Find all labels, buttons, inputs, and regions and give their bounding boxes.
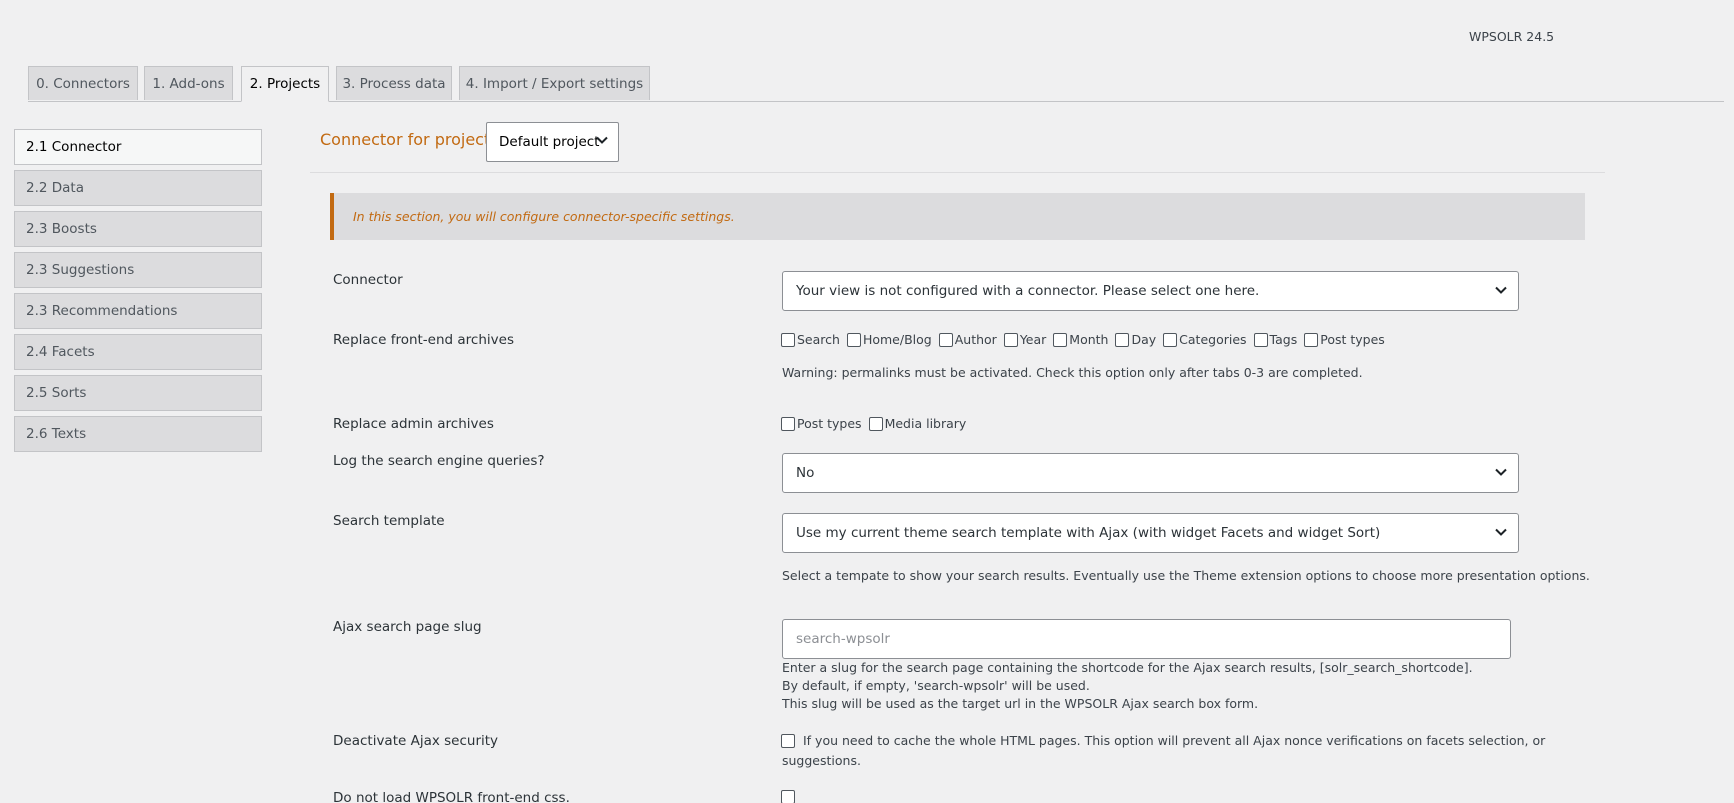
top-tabs: 0. Connectors 1. Add-ons 2. Projects 3. … [28, 66, 1724, 102]
sidebar-item-boosts[interactable]: 2.3 Boosts [14, 211, 262, 247]
search-template-select-value: Use my current theme search template wit… [796, 525, 1381, 541]
checkbox-year-label: Year [1019, 332, 1047, 347]
chevron-down-icon [596, 136, 608, 144]
sidebar-item-suggestions[interactable]: 2.3 Suggestions [14, 252, 262, 288]
ajax-security-option: If you need to cache the whole HTML page… [781, 733, 1545, 748]
search-template-help: Select a tempate to show your search res… [782, 568, 1590, 583]
search-template-label: Search template [333, 513, 445, 529]
connector-select[interactable]: Your view is not configured with a conne… [782, 271, 1519, 311]
log-queries-select[interactable]: No [782, 453, 1519, 493]
tab-connectors[interactable]: 0. Connectors [28, 66, 138, 100]
ajax-slug-help-2: By default, if empty, 'search-wpsolr' wi… [782, 678, 1090, 693]
checkbox-categories[interactable] [1163, 332, 1178, 347]
project-select[interactable]: Default project [486, 122, 619, 162]
checkbox-search-label: Search [797, 332, 840, 347]
frontend-archives-label: Replace front-end archives [333, 332, 514, 348]
project-select-value: Default project [499, 134, 600, 150]
ajax-slug-help-3: This slug will be used as the target url… [782, 696, 1259, 711]
divider [310, 172, 1605, 173]
chevron-down-icon [1495, 528, 1507, 536]
ajax-slug-input[interactable] [782, 619, 1511, 659]
checkbox-home-blog[interactable] [846, 332, 861, 347]
sidebar: 2.1 Connector 2.2 Data 2.3 Boosts 2.3 Su… [14, 129, 262, 457]
frontend-archives-warning: Warning: permalinks must be activated. C… [782, 365, 1363, 380]
checkbox-year[interactable] [1003, 332, 1018, 347]
frontend-archives-options: Search Home/Blog Author Year Month Day C… [781, 332, 1392, 347]
tab-add-ons[interactable]: 1. Add-ons [144, 66, 233, 100]
checkbox-author[interactable] [938, 332, 953, 347]
sidebar-item-connector[interactable]: 2.1 Connector [14, 129, 262, 165]
tab-process-data[interactable]: 3. Process data [336, 66, 452, 100]
checkbox-post-types-label: Post types [1320, 332, 1385, 347]
search-template-select[interactable]: Use my current theme search template wit… [782, 513, 1519, 553]
project-label: Connector for project: [320, 130, 496, 149]
checkbox-admin-post-types-label: Post types [797, 416, 862, 431]
connector-select-value: Your view is not configured with a conne… [796, 283, 1260, 299]
log-queries-select-value: No [796, 465, 815, 481]
checkbox-post-types[interactable] [1304, 332, 1319, 347]
chevron-down-icon [1495, 468, 1507, 476]
admin-archives-options: Post types Media library [781, 416, 973, 431]
checkbox-ajax-security[interactable] [781, 733, 795, 748]
no-css-option [781, 790, 803, 803]
checkbox-tags[interactable] [1253, 332, 1268, 347]
checkbox-author-label: Author [954, 332, 997, 347]
checkbox-admin-post-types[interactable] [781, 416, 795, 431]
tab-import-export-settings[interactable]: 4. Import / Export settings [459, 66, 650, 100]
ajax-security-help-2: suggestions. [782, 753, 861, 768]
checkbox-categories-label: Categories [1179, 332, 1247, 347]
log-queries-label: Log the search engine queries? [333, 453, 545, 469]
admin-archives-label: Replace admin archives [333, 416, 494, 432]
page: WPSOLR 24.5 0. Connectors 1. Add-ons 2. … [0, 0, 1734, 803]
checkbox-tags-label: Tags [1269, 332, 1298, 347]
sidebar-item-texts[interactable]: 2.6 Texts [14, 416, 262, 452]
checkbox-media-library[interactable] [868, 416, 883, 431]
checkbox-media-library-label: Media library [884, 416, 967, 431]
checkbox-month-label: Month [1069, 332, 1109, 347]
tab-projects[interactable]: 2. Projects [241, 66, 329, 102]
sidebar-item-facets[interactable]: 2.4 Facets [14, 334, 262, 370]
notice-banner: In this section, you will configure conn… [330, 193, 1585, 240]
ajax-slug-help-1: Enter a slug for the search page contain… [782, 660, 1473, 675]
checkbox-no-css[interactable] [781, 790, 795, 803]
checkbox-day-label: Day [1131, 332, 1157, 347]
checkbox-search[interactable] [781, 332, 795, 347]
connector-label: Connector [333, 272, 403, 288]
ajax-security-label: Deactivate Ajax security [333, 733, 499, 749]
checkbox-day[interactable] [1115, 332, 1130, 347]
ajax-slug-label: Ajax search page slug [333, 619, 482, 635]
checkbox-home-blog-label: Home/Blog [862, 332, 932, 347]
version-label: WPSOLR 24.5 [1469, 29, 1555, 44]
sidebar-item-data[interactable]: 2.2 Data [14, 170, 262, 206]
ajax-security-help-1: If you need to cache the whole HTML page… [803, 733, 1546, 748]
sidebar-item-recommendations[interactable]: 2.3 Recommendations [14, 293, 262, 329]
sidebar-item-sorts[interactable]: 2.5 Sorts [14, 375, 262, 411]
checkbox-month[interactable] [1053, 332, 1068, 347]
no-css-label: Do not load WPSOLR front-end css. [333, 790, 570, 803]
chevron-down-icon [1495, 286, 1507, 294]
